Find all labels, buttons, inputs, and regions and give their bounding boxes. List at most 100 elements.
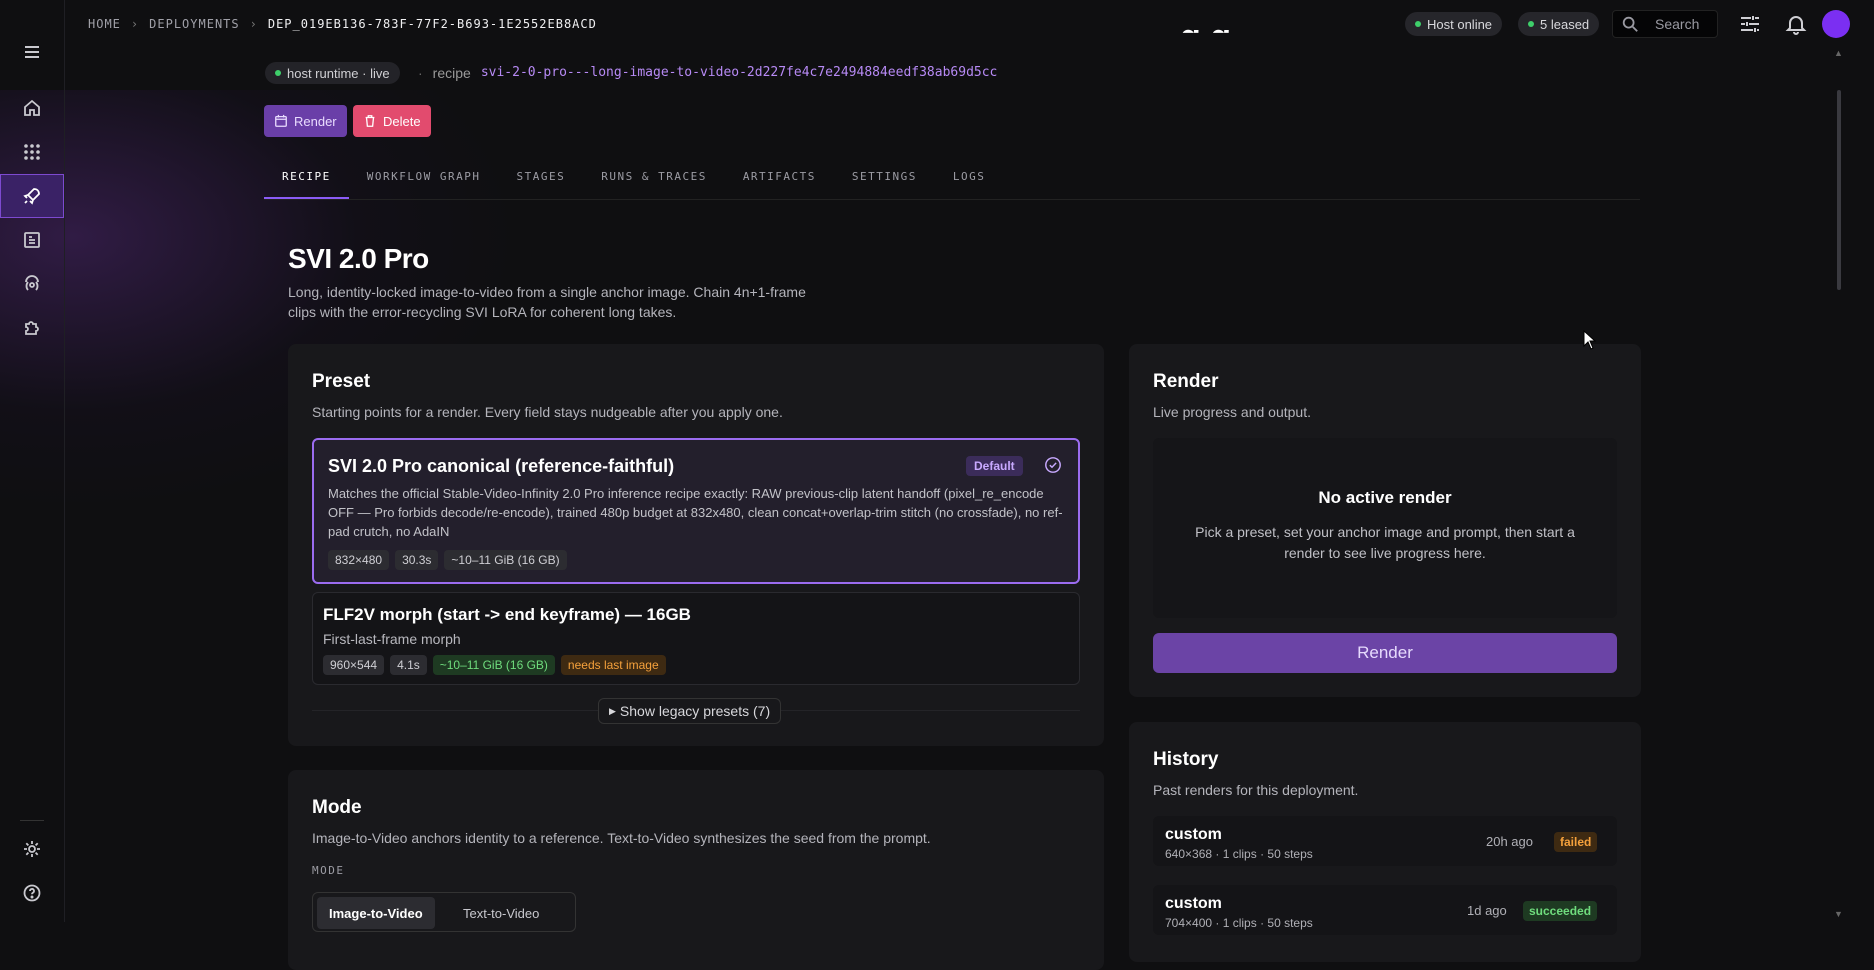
host-status-pill: Host online — [1405, 12, 1503, 36]
menu-icon[interactable] — [0, 30, 64, 74]
grid-icon[interactable] — [0, 130, 64, 174]
history-row-meta: 704×400 · 1 clips · 50 steps — [1165, 916, 1313, 930]
preset-option-canonical[interactable]: SVI 2.0 Pro canonical (reference-faithfu… — [312, 438, 1080, 584]
status-dot-icon — [1415, 21, 1421, 27]
tab-settings[interactable]: SETTINGS — [834, 166, 935, 199]
history-subtitle: Past renders for this deployment. — [1153, 782, 1359, 798]
vram-chip: ~10–11 GiB (16 GB) — [444, 550, 567, 570]
chevron-right-icon: › — [249, 17, 258, 31]
leased-pill: 5 leased — [1518, 12, 1600, 36]
tab-runs-traces[interactable]: RUNS & TRACES — [583, 166, 725, 199]
render-button[interactable]: Render — [1153, 633, 1617, 673]
history-row[interactable]: custom 640×368 · 1 clips · 50 steps 20h … — [1153, 816, 1617, 866]
render-header-label: Render — [294, 113, 337, 129]
empty-state-title: No active render — [1318, 488, 1452, 507]
show-legacy-presets-button[interactable]: ▶ Show legacy presets (7) — [598, 698, 782, 724]
recipe-line: · recipe svi-2-0-pro---long-image-to-vid… — [418, 65, 997, 81]
delete-label: Delete — [383, 113, 421, 129]
mode-segmented-control: Image-to-Video Text-to-Video — [312, 892, 576, 932]
status-badge: failed — [1554, 832, 1598, 852]
separator-dot: · — [418, 65, 423, 81]
default-badge: Default — [966, 456, 1023, 476]
check-circle-icon — [1045, 457, 1061, 473]
scroll-down-icon[interactable]: ▼ — [1834, 909, 1843, 919]
runtime-pill: host runtime · live — [265, 62, 400, 84]
render-empty-state: No active render Pick a preset, set your… — [1153, 438, 1617, 618]
history-row-time: 1d ago — [1467, 903, 1507, 918]
search-box[interactable]: Search — [1612, 10, 1718, 38]
history-row-time: 20h ago — [1486, 834, 1533, 849]
breadcrumb: HOME › DEPLOYMENTS › DEP_019EB136-783F-7… — [88, 17, 597, 31]
sliders-icon[interactable] — [1738, 12, 1762, 36]
dashboard-icon[interactable] — [0, 218, 64, 262]
trash-icon — [365, 115, 375, 127]
leased-text: 5 leased — [1540, 16, 1590, 32]
preset-option-description: First-last-frame morph — [323, 631, 461, 647]
rocket-icon[interactable] — [0, 174, 64, 218]
mode-label: MODE — [312, 864, 345, 877]
history-row-name: custom — [1165, 895, 1222, 912]
rail-divider — [20, 820, 44, 821]
caret-right-icon: ▶ — [609, 705, 616, 716]
home-icon[interactable] — [0, 86, 64, 130]
breadcrumb-deployments[interactable]: DEPLOYMENTS — [149, 17, 239, 31]
preset-chips: 960×544 4.1s ~10–11 GiB (16 GB) needs la… — [323, 655, 666, 675]
tab-bar: RECIPE WORKFLOW GRAPH STAGES RUNS & TRAC… — [264, 166, 1003, 199]
resolution-chip: 960×544 — [323, 655, 385, 675]
tab-logs[interactable]: LOGS — [935, 166, 1004, 199]
recipe-title: SVI 2.0 Pro — [288, 243, 429, 274]
history-row[interactable]: custom 704×400 · 1 clips · 50 steps 1d a… — [1153, 885, 1617, 935]
chevron-right-icon: › — [130, 17, 140, 31]
show-legacy-label: Show legacy presets (7) — [619, 703, 771, 719]
calendar-icon — [275, 114, 287, 127]
settings-icon[interactable] — [0, 827, 64, 871]
bell-icon[interactable] — [1784, 12, 1808, 36]
scroll-up-icon[interactable]: ▲ — [1834, 48, 1843, 58]
delete-button[interactable]: Delete — [353, 105, 431, 137]
recipe-id[interactable]: svi-2-0-pro---long-image-to-video-2d227f… — [481, 65, 998, 81]
mode-card: Mode Image-to-Video anchors identity to … — [288, 770, 1104, 970]
render-header-button[interactable]: Render — [264, 105, 347, 137]
mode-option-text-to-video[interactable]: Text-to-Video — [451, 897, 551, 929]
left-rail — [0, 0, 65, 922]
tab-workflow-graph[interactable]: WORKFLOW GRAPH — [349, 166, 499, 199]
preset-option-flf2v[interactable]: FLF2V morph (start -> end keyframe) — 16… — [312, 592, 1080, 685]
scrollbar-thumb[interactable] — [1837, 90, 1841, 290]
render-card: Render Live progress and output. No acti… — [1129, 344, 1641, 697]
host-status-text: Host online — [1427, 16, 1493, 32]
tabs-divider — [264, 199, 1640, 200]
breadcrumb-current: DEP_019EB136-783F-77F2-B693-1E2552EB8ACD — [267, 17, 597, 31]
duration-chip: 4.1s — [390, 655, 427, 675]
history-card: History Past renders for this deployment… — [1129, 722, 1641, 962]
vram-chip: ~10–11 GiB (16 GB) — [432, 655, 555, 675]
puzzle-icon[interactable] — [0, 306, 64, 350]
avatar[interactable] — [1822, 10, 1850, 38]
status-badge: succeeded — [1523, 901, 1598, 921]
status-dot-icon — [275, 70, 281, 76]
preset-title: Preset — [312, 371, 371, 392]
breadcrumb-home[interactable]: HOME — [88, 17, 121, 31]
search-placeholder: Search — [1655, 16, 1700, 32]
tab-stages[interactable]: STAGES — [498, 166, 583, 199]
preset-chips: 832×480 30.3s ~10–11 GiB (16 GB) — [328, 550, 567, 570]
status-dot-icon — [1528, 21, 1534, 27]
tab-recipe[interactable]: RECIPE — [264, 166, 349, 199]
empty-state-description: Pick a preset, set your anchor image and… — [1195, 524, 1575, 561]
preset-option-title: SVI 2.0 Pro canonical (reference-faithfu… — [328, 456, 675, 476]
render-title: Render — [1153, 371, 1219, 392]
recipe-description: Long, identity-locked image-to-video fro… — [288, 284, 806, 320]
history-title: History — [1153, 749, 1219, 770]
mode-subtitle: Image-to-Video anchors identity to a ref… — [312, 830, 931, 846]
preset-option-description: Matches the official Stable-Video-Infini… — [328, 486, 1063, 539]
search-icon — [1622, 16, 1638, 32]
top-bar: HOME › DEPLOYMENTS › DEP_019EB136-783F-7… — [64, 0, 1874, 48]
runtime-pill-text: host runtime · live — [287, 65, 390, 81]
mode-option-image-to-video[interactable]: Image-to-Video — [317, 897, 435, 929]
deploy-icon[interactable] — [0, 262, 64, 306]
tab-artifacts[interactable]: ARTIFACTS — [725, 166, 834, 199]
help-icon[interactable] — [0, 871, 64, 915]
preset-card: Preset Starting points for a render. Eve… — [288, 344, 1104, 746]
mouse-cursor-icon — [1583, 330, 1597, 350]
history-row-name: custom — [1165, 826, 1222, 843]
preset-subtitle: Starting points for a render. Every fiel… — [312, 404, 783, 420]
